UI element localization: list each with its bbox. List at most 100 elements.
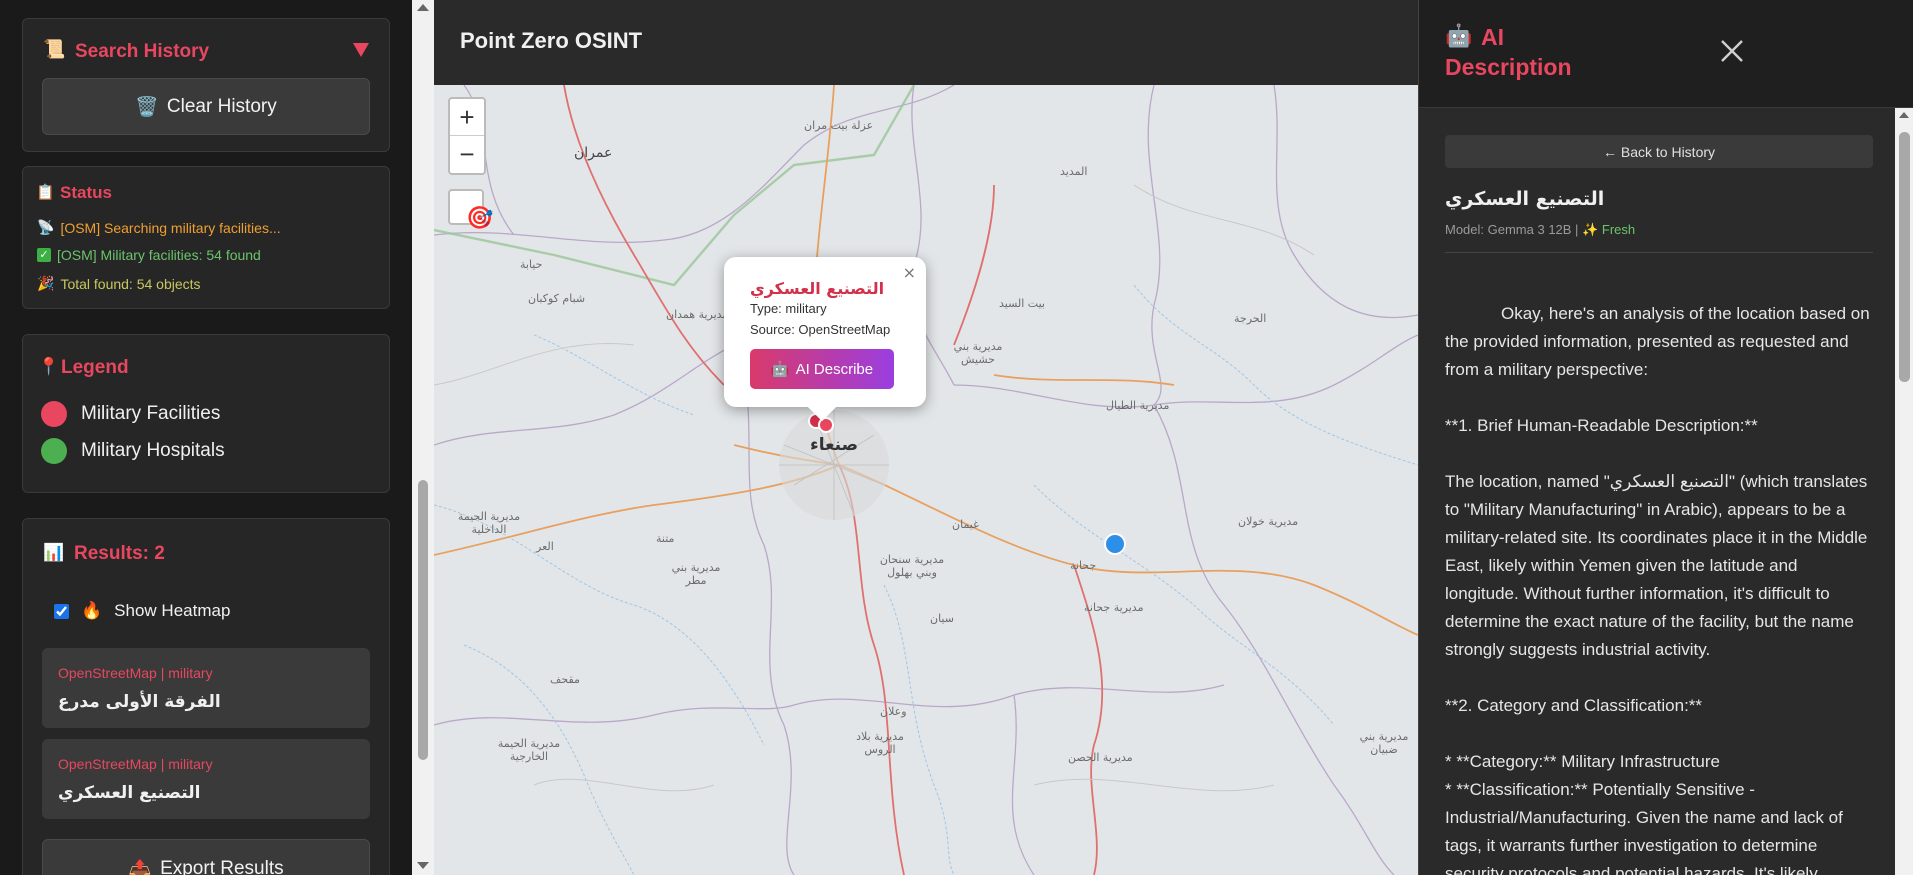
close-icon[interactable]	[1717, 36, 1747, 66]
popup-source: Source: OpenStreetMap	[750, 322, 891, 337]
heatmap-toggle[interactable]: 🔥 Show Heatmap	[54, 601, 230, 621]
ai-description-panel: 🤖 AI Description ← Back to History التصن…	[1418, 0, 1913, 875]
collapse-triangle-icon[interactable]	[353, 43, 369, 57]
ai-model-info: Model: Gemma 3 12B | ✨ Fresh	[1445, 222, 1635, 238]
result-item[interactable]: OpenStreetMap | military التصنيع العسكري	[42, 739, 370, 819]
legend-item-military-hospitals: Military Hospitals	[41, 438, 225, 464]
clipboard-icon: 📋	[36, 183, 55, 201]
party-icon: 🎉	[37, 275, 55, 291]
ai-description-body: Okay, here's an analysis of the location…	[1445, 300, 1875, 875]
status-line: 🎉 Total found: 54 objects	[37, 275, 201, 292]
status-line-text: [OSM] Military facilities: 54 found	[57, 247, 261, 263]
map-label: سيان	[930, 612, 954, 625]
map-label: مديرية الحيمة الداخلية	[457, 510, 521, 536]
map-label: مديرية بني مطر	[671, 561, 721, 587]
ai-model-text: Model: Gemma 3 12B |	[1445, 222, 1579, 237]
map-marker-location[interactable]	[1104, 533, 1126, 555]
popup-title: التصنيع العسكري	[750, 279, 885, 298]
ai-panel-title-line2: Description	[1445, 54, 1572, 80]
status-line: ✓ [OSM] Military facilities: 54 found	[37, 247, 261, 263]
export-results-label: Export Results	[160, 858, 284, 875]
results-title: Results: 2	[74, 543, 165, 564]
map-label: مديرية بني حشيش	[953, 340, 1003, 366]
search-history-panel: 📜 Search History 🗑️ Clear History	[22, 18, 390, 152]
zoom-out-button[interactable]: −	[450, 136, 484, 173]
result-name: التصنيع العسكري	[58, 783, 201, 803]
robot-icon: 🤖	[770, 361, 790, 378]
map-label: جحانة	[1070, 559, 1097, 572]
ai-bullet: * **Classification:** Potentially Sensit…	[1445, 780, 1843, 875]
satellite-icon: 📡	[37, 219, 55, 235]
bar-chart-icon: 📊	[43, 543, 65, 563]
popup-close-button[interactable]: ×	[903, 263, 916, 282]
search-history-title: Search History	[75, 41, 210, 62]
map-label: عزلة بيت مران	[804, 119, 874, 132]
sparkle-icon: ✨	[1582, 222, 1599, 237]
heatmap-checkbox[interactable]	[54, 603, 69, 619]
clear-history-label: Clear History	[166, 95, 277, 117]
status-line-text: Total found: 54 objects	[60, 275, 201, 292]
ai-panel-title-line1: AI	[1481, 24, 1504, 50]
result-source: OpenStreetMap | military	[58, 756, 213, 772]
popup-type: Type: military	[750, 301, 827, 316]
ai-bullet: * **Category:** Military Infrastructure	[1445, 752, 1720, 771]
map-label: مديرية جحانة	[1084, 601, 1144, 614]
legend-item-military-facilities: Military Facilities	[41, 401, 220, 427]
map-label: المديد	[1060, 165, 1088, 178]
sidebar-scrollbar[interactable]	[412, 0, 434, 875]
export-results-button[interactable]: 📤 Export Results	[42, 839, 370, 875]
result-item[interactable]: OpenStreetMap | military الفرقة الأولى م…	[42, 648, 370, 728]
map-label: بيت السيد	[999, 297, 1045, 310]
ai-describe-label: AI Describe	[795, 360, 874, 378]
map-label: العر	[536, 540, 554, 553]
back-to-history-button[interactable]: ← Back to History	[1445, 135, 1873, 168]
scroll-up-arrow-icon[interactable]	[1899, 112, 1909, 118]
map-label: شبام كوكبان	[528, 292, 586, 305]
map-label: مديرية سنحان وبني بهلول	[879, 553, 945, 579]
result-name: الفرقة الأولى مدرع	[58, 692, 221, 712]
scroll-down-arrow-icon[interactable]	[417, 862, 429, 869]
marker-popup: × التصنيع العسكري Type: military Source:…	[724, 257, 926, 407]
map-view[interactable]: عمران عزلة بيت مران المديد حيابة شبام كو…	[434, 85, 1418, 875]
target-icon[interactable]: 🎯	[466, 206, 493, 231]
legend-swatch	[41, 401, 67, 427]
scroll-up-arrow-icon[interactable]	[417, 4, 429, 11]
legend-panel: 📍 Legend Military Facilities Military Ho…	[22, 334, 390, 493]
status-line: 📡 [OSM] Searching military facilities...	[37, 219, 281, 236]
divider	[1445, 252, 1873, 253]
ai-panel-header: 🤖 AI Description	[1419, 0, 1913, 108]
zoom-control: + −	[448, 97, 486, 175]
scrollbar-thumb[interactable]	[1899, 132, 1910, 382]
check-icon: ✓	[37, 248, 51, 262]
scrollbar-thumb[interactable]	[418, 480, 428, 760]
map-label: عمران	[574, 145, 613, 161]
ai-panel-scrollbar[interactable]	[1895, 108, 1913, 875]
ai-panel-title: AI Description	[1445, 22, 1572, 82]
clear-history-button[interactable]: 🗑️ Clear History	[42, 78, 370, 135]
upload-icon: 📤	[128, 860, 153, 875]
top-bar: Point Zero OSINT	[434, 0, 1418, 85]
zoom-in-button[interactable]: +	[450, 99, 484, 136]
ai-paragraph: Okay, here's an analysis of the location…	[1445, 304, 1870, 379]
sidebar: 📜 Search History 🗑️ Clear History 📋 Stat…	[0, 0, 412, 875]
ai-paragraph: The location, named "التصنيع العسكري" (w…	[1445, 472, 1868, 659]
ai-describe-button[interactable]: 🤖 AI Describe	[750, 349, 894, 389]
pin-icon: 📍	[38, 357, 60, 377]
map-label: مديرية بني ضبيان	[1359, 730, 1409, 756]
legend-swatch	[41, 438, 67, 464]
map-label: مديرية الحيمة الخارجية	[497, 737, 561, 763]
result-source: OpenStreetMap | military	[58, 665, 213, 681]
legend-title: Legend	[61, 357, 129, 378]
app-title: Point Zero OSINT	[460, 28, 643, 53]
scroll-icon: 📜	[43, 39, 66, 60]
status-panel: 📋 Status 📡 [OSM] Searching military faci…	[22, 166, 390, 309]
app-root: 📜 Search History 🗑️ Clear History 📋 Stat…	[0, 0, 1913, 875]
ai-paragraph: **2. Category and Classification:**	[1445, 696, 1703, 715]
map-label: مديرية همدان	[666, 308, 729, 321]
status-title: Status	[60, 183, 112, 202]
results-panel: 📊 Results: 2 🔥 Show Heatmap OpenStreetMa…	[22, 518, 390, 875]
legend-item-label: Military Facilities	[81, 403, 221, 424]
ai-location-name: التصنيع العسكري	[1445, 188, 1605, 210]
legend-item-label: Military Hospitals	[81, 440, 225, 461]
status-line-text: [OSM] Searching military facilities...	[60, 219, 281, 236]
